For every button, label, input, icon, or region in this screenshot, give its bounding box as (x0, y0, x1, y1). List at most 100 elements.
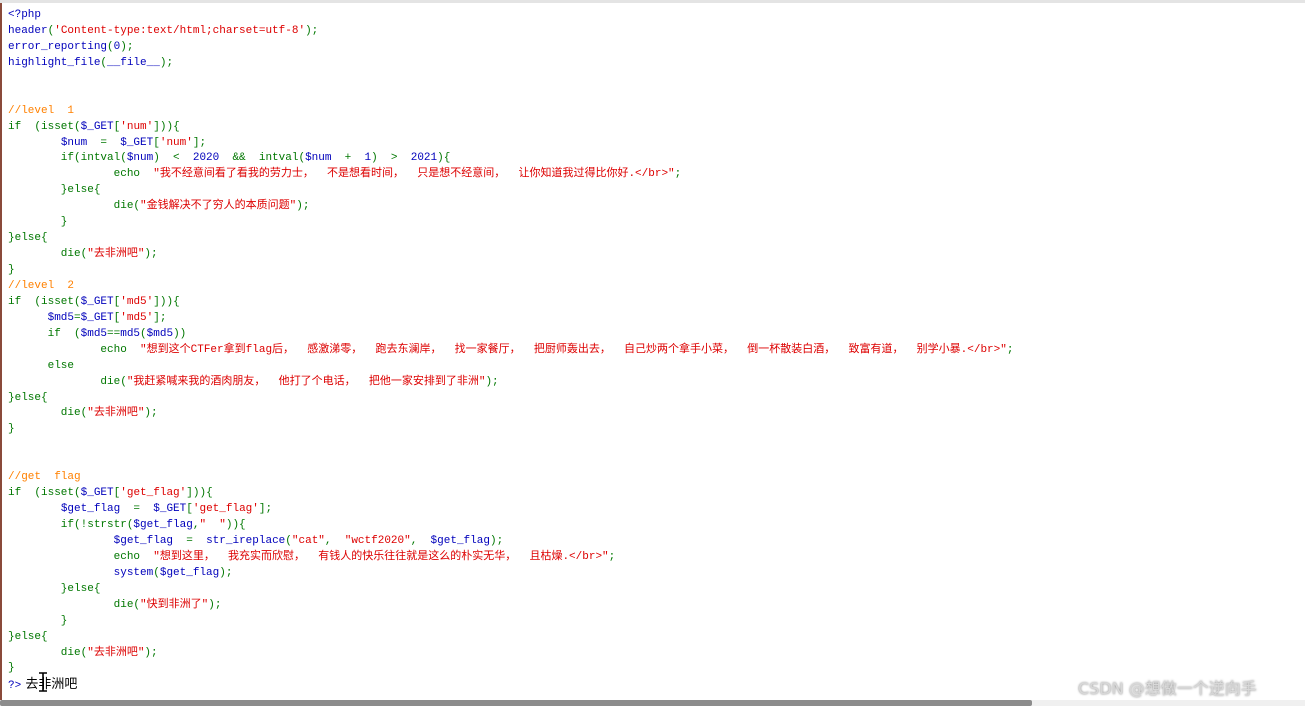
code-keyword: else (8, 359, 75, 372)
code-string: "金钱解决不了穷人的本质问题" (140, 200, 297, 213)
code-line: //level 1 (8, 104, 1013, 120)
code-string: 'num' (159, 136, 193, 149)
code-keyword (8, 312, 48, 324)
code-identifier: header (8, 24, 48, 37)
code-keyword (8, 137, 61, 149)
code-keyword: } (8, 614, 68, 627)
code-keyword: ); (120, 40, 134, 53)
code-line: <?php (8, 8, 1013, 24)
code-keyword: } (8, 662, 15, 675)
code-line: //get flag (8, 470, 1013, 486)
code-keyword: )) (173, 327, 187, 340)
code-keyword: ); (144, 646, 158, 659)
code-string: "wctf2020" (344, 534, 411, 547)
code-line: die("去非洲吧"); (8, 646, 1013, 662)
code-identifier: 2020 (192, 152, 220, 165)
code-keyword: ( (153, 566, 160, 579)
code-identifier: $_GET (80, 120, 114, 133)
code-keyword: ]; (153, 311, 167, 324)
code-keyword: = (74, 311, 81, 324)
code-keyword: == (107, 327, 121, 340)
code-keyword: if (isset( (8, 120, 81, 133)
left-border (0, 3, 2, 700)
code-line: }else{ (8, 391, 1013, 407)
code-keyword: die( (8, 598, 141, 611)
code-identifier: $num (60, 136, 88, 149)
code-keyword: ); (208, 598, 222, 611)
code-identifier: $num (126, 152, 154, 165)
code-string: "我不经意间看了看我的劳力士， 不是想看时间， 只是想不经意间， 让你知道我过得… (153, 168, 675, 181)
code-keyword: ) < (153, 152, 193, 165)
code-keyword: }else{ (8, 232, 48, 245)
code-keyword: = (120, 503, 154, 516)
code-identifier: ?> (8, 680, 22, 693)
code-identifier: highlight_file (8, 56, 101, 69)
code-identifier: <?php (8, 9, 42, 21)
code-line: if (isset($_GET['get_flag'])){ (8, 486, 1013, 502)
code-comment: //level 2 (8, 279, 75, 292)
code-string: "去非洲吧" (87, 407, 145, 420)
code-keyword: ( (285, 534, 292, 547)
code-keyword: ])){ (153, 295, 180, 308)
code-line: if ($md5==md5($md5)) (8, 327, 1013, 343)
code-keyword: ); (144, 407, 158, 420)
code-comment: //level 1 (8, 104, 75, 117)
code-keyword: ) > (371, 152, 411, 165)
code-string: 'md5' (120, 295, 154, 308)
code-identifier: $get_flag (60, 503, 121, 516)
code-line: error_reporting(0); (8, 40, 1013, 56)
code-keyword: = (173, 534, 207, 547)
code-keyword: if ( (8, 327, 81, 340)
code-keyword: && intval( (219, 152, 306, 165)
code-identifier: $md5 (47, 311, 75, 324)
code-keyword: } (8, 264, 15, 276)
code-line: if(!strstr($get_flag," ")){ (8, 518, 1013, 534)
top-border (0, 0, 1305, 3)
code-identifier: $_GET (80, 487, 114, 500)
code-line: } (8, 263, 1013, 279)
code-line: ?> 去非洲吧 (8, 677, 1013, 693)
code-line: if (isset($_GET['md5'])){ (8, 295, 1013, 311)
page-output-text: 去非洲吧 (21, 677, 78, 693)
text-cursor-icon (39, 672, 47, 692)
code-line: die("去非洲吧"); (8, 406, 1013, 422)
code-keyword: ])){ (153, 120, 180, 133)
code-line: } (8, 215, 1013, 231)
code-string: 'get_flag' (192, 503, 259, 516)
code-string: "cat" (291, 534, 325, 547)
code-keyword: echo (8, 550, 154, 563)
code-identifier: $md5 (146, 327, 174, 340)
code-keyword: }else{ (8, 630, 48, 643)
code-line: $get_flag = $_GET['get_flag']; (8, 502, 1013, 518)
code-line: die("快到非洲了"); (8, 598, 1013, 614)
code-identifier: $num (305, 152, 332, 165)
code-keyword: ); (296, 200, 310, 213)
code-keyword: ; (674, 168, 682, 181)
code-keyword: }else{ (8, 582, 101, 595)
code-keyword: ); (485, 375, 499, 388)
code-keyword: , (324, 534, 345, 547)
code-keyword: if (isset( (8, 295, 81, 308)
code-keyword: if(intval( (8, 152, 127, 165)
code-identifier: $_GET (120, 136, 154, 149)
code-line: die("去非洲吧"); (8, 247, 1013, 263)
code-string: 'get_flag' (120, 487, 187, 500)
code-line: }else{ (8, 183, 1013, 199)
horizontal-scrollbar-thumb[interactable] (0, 700, 1032, 706)
code-string: 'md5' (120, 311, 154, 324)
code-line: if (isset($_GET['num'])){ (8, 120, 1013, 136)
code-identifier: __file__ (107, 56, 160, 69)
code-line: } (8, 614, 1013, 630)
code-identifier: md5 (120, 327, 141, 340)
code-keyword: ){ (437, 152, 451, 165)
code-keyword: [ (186, 503, 193, 516)
php-source-code: <?php header('Content-type:text/html;char… (8, 8, 1013, 693)
code-line: echo "我不经意间看了看我的劳力士， 不是想看时间， 只是想不经意间， 让你… (8, 167, 1013, 183)
code-keyword: + (331, 152, 365, 165)
code-identifier: system (113, 566, 154, 579)
code-string: 'num' (120, 120, 154, 133)
code-keyword (8, 535, 114, 547)
